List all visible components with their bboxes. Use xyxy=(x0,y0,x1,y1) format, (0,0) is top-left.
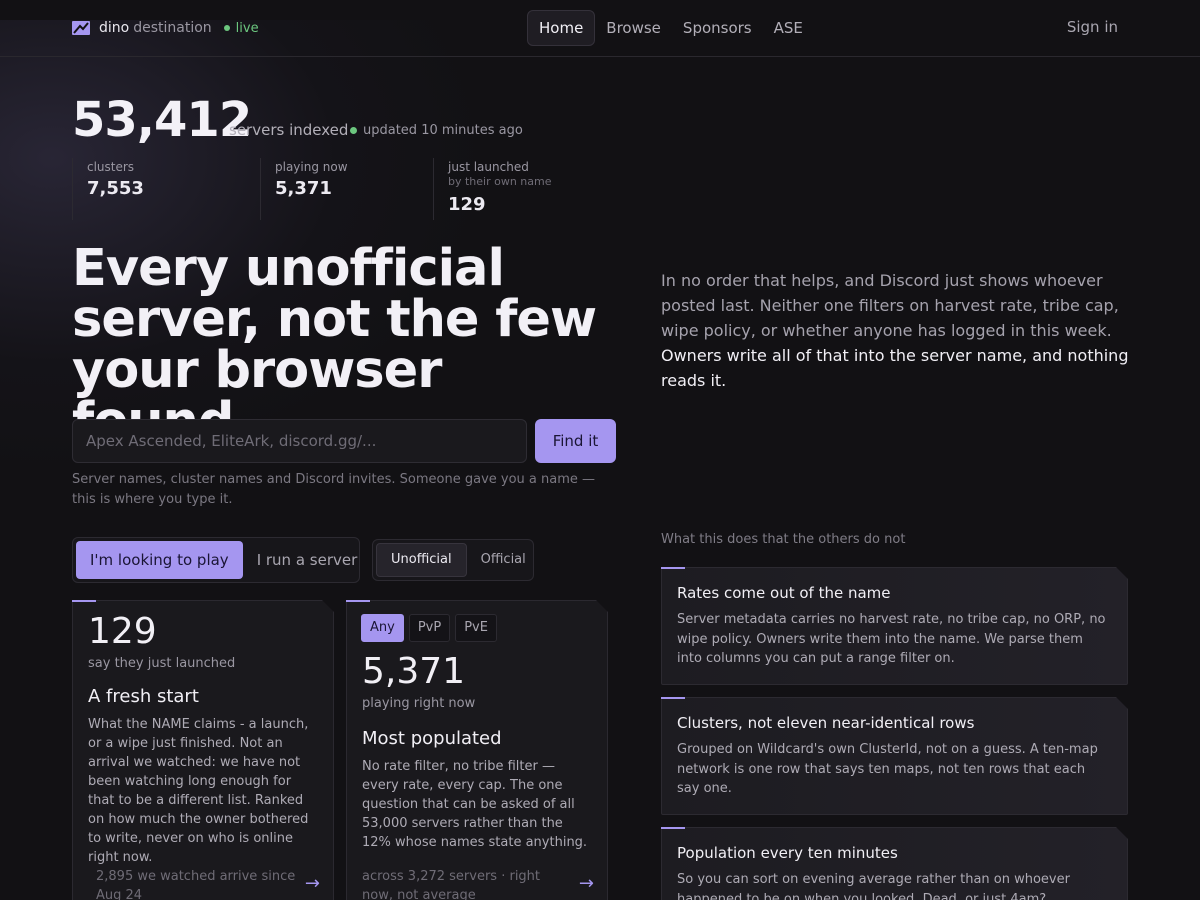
card-most-populated[interactable]: Any PvP PvE 5,371 playing right now Most… xyxy=(346,600,608,900)
feature-body: Grouped on Wildcard's own ClusterId, not… xyxy=(677,742,1098,796)
updated-label: updated 10 minutes ago xyxy=(363,123,523,138)
card-title: A fresh start xyxy=(88,686,199,707)
brand-suffix: destination xyxy=(133,20,212,36)
stat-value: 129 xyxy=(448,194,486,215)
card-title: Most populated xyxy=(362,728,502,749)
type-unofficial-button[interactable]: Unofficial xyxy=(376,543,467,577)
find-button[interactable]: Find it xyxy=(535,419,616,463)
servers-indexed-label: servers indexed xyxy=(229,121,349,139)
card-body: No rate filter, no tribe filter — every … xyxy=(362,759,588,850)
live-dot-icon xyxy=(223,25,230,31)
mode-play-button[interactable]: I'm looking to play xyxy=(76,541,243,579)
feature-rates: Rates come out of the name Server metada… xyxy=(661,567,1128,685)
feature-body: So you can sort on evening average rathe… xyxy=(677,872,1070,900)
chip-pvp[interactable]: PvP xyxy=(408,614,451,642)
brand-logo-icon xyxy=(72,21,90,35)
hero-intro: In no order that helps, and Discord just… xyxy=(661,268,1131,393)
feature-population: Population every ten minutes So you can … xyxy=(661,827,1128,900)
nav-ase[interactable]: ASE xyxy=(763,10,814,46)
type-official-button[interactable]: Official xyxy=(467,543,540,577)
card-number: 129 xyxy=(88,611,157,652)
feature-title: Population every ten minutes xyxy=(677,844,898,862)
hero-headline: Every unofficial server, not the few you… xyxy=(72,239,597,447)
live-indicator: live xyxy=(223,20,259,36)
stat-label: clusters xyxy=(87,160,135,174)
card-footer: across 3,272 servers · right now, not av… xyxy=(362,869,541,900)
nav-sponsors[interactable]: Sponsors xyxy=(672,10,763,46)
stat-label: playing now xyxy=(275,160,348,174)
server-type-toggle: Unofficial Official xyxy=(372,539,534,581)
brand-name: dino xyxy=(99,20,130,36)
live-label: live xyxy=(235,20,259,36)
arrow-right-icon[interactable]: → xyxy=(579,873,594,894)
servers-indexed-count: 53,412 xyxy=(72,92,252,148)
card-body: What the NAME claims - a launch, or a wi… xyxy=(88,717,309,865)
arrow-right-icon[interactable]: → xyxy=(305,873,320,894)
chip-pve[interactable]: PvE xyxy=(455,614,497,642)
card-number-label: playing right now xyxy=(362,696,476,711)
stat-label: just launched xyxy=(448,160,529,174)
stat-just-launched: just launched by their own name 129 xyxy=(433,158,593,220)
card-fresh-start[interactable]: 129 say they just launched A fresh start… xyxy=(72,600,334,900)
mode-chips: Any PvP PvE xyxy=(361,614,607,642)
status-dot-icon xyxy=(350,127,357,134)
intro-emphasis: Owners write all of that into the server… xyxy=(661,346,1129,390)
feature-title: Clusters, not eleven near-identical rows xyxy=(677,714,975,732)
card-number: 5,371 xyxy=(362,651,466,692)
nav-home[interactable]: Home xyxy=(527,10,596,46)
card-footer: 2,895 we watched arrive since Aug 24 xyxy=(96,869,296,900)
main-menu: Home Browse Sponsors ASE xyxy=(527,10,814,46)
stat-value: 7,553 xyxy=(87,178,144,199)
feature-clusters: Clusters, not eleven near-identical rows… xyxy=(661,697,1128,815)
stat-value: 5,371 xyxy=(275,178,332,199)
mode-run-server-button[interactable]: I run a server xyxy=(243,541,372,579)
card-number-label: say they just launched xyxy=(88,656,236,671)
mode-toggle: I'm looking to play I run a server xyxy=(72,537,360,583)
updated-status: updated 10 minutes ago xyxy=(350,123,523,138)
top-nav: dino destination live Home Browse Sponso… xyxy=(0,0,1200,57)
brand[interactable]: dino destination live xyxy=(72,18,259,38)
signin-link[interactable]: Sign in xyxy=(1067,18,1118,36)
feature-body: Server metadata carries no harvest rate,… xyxy=(677,612,1106,666)
search-help-text: Server names, cluster names and Discord … xyxy=(72,472,596,507)
search-input[interactable] xyxy=(72,419,527,463)
chip-any[interactable]: Any xyxy=(361,614,404,642)
stat-playing-now: playing now 5,371 xyxy=(260,158,433,220)
feature-title: Rates come out of the name xyxy=(677,584,891,602)
features-heading: What this does that the others do not xyxy=(661,532,906,547)
nav-browse[interactable]: Browse xyxy=(595,10,672,46)
stat-clusters: clusters 7,553 xyxy=(72,158,260,220)
intro-muted: In no order that helps, and Discord just… xyxy=(661,271,1119,340)
stat-sublabel: by their own name xyxy=(448,175,552,188)
